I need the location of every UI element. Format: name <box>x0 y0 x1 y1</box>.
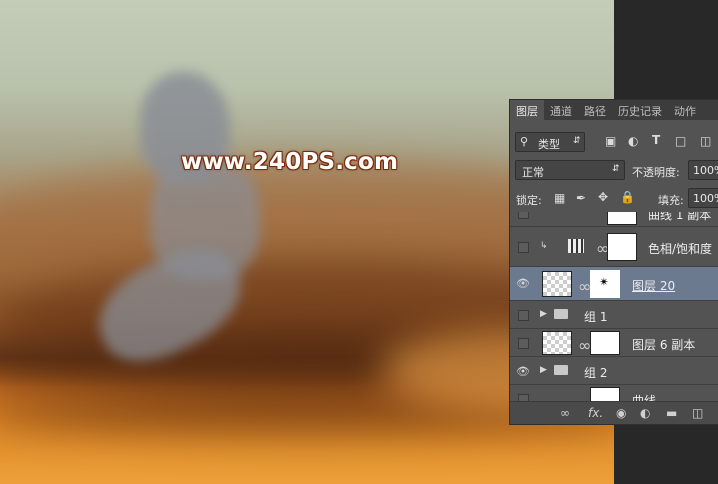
lock-transparency-icon[interactable]: ▦ <box>554 191 565 205</box>
tab-history[interactable]: 历史记录 <box>612 100 668 120</box>
blend-row: 正常 ⇵ 不透明度: 100% <box>510 160 718 182</box>
filter-type-select[interactable]: ⚲ 类型 ⇵ <box>515 132 585 152</box>
panel-tabs: 图层 通道 路径 历史记录 动作 <box>510 100 718 120</box>
opacity-label: 不透明度: <box>632 166 680 179</box>
layer-row-selected[interactable]: 👁 ∞ ✴ 图层 20 <box>510 266 718 300</box>
layer-row[interactable]: 曲线 1 副本 <box>510 212 718 226</box>
layer-mask-thumbnail[interactable] <box>607 233 637 261</box>
chevron-down-icon: ⇵ <box>612 164 620 174</box>
blend-mode-select[interactable]: 正常 ⇵ <box>515 160 625 180</box>
layer-row[interactable]: ∞ 图层 6 副本 <box>510 328 718 356</box>
visibility-toggle[interactable] <box>518 242 529 253</box>
lock-position-icon[interactable]: ✥ <box>598 190 608 204</box>
layer-name[interactable]: 图层 6 副本 <box>632 336 695 353</box>
link-icon[interactable]: ∞ <box>560 406 570 420</box>
layer-row[interactable]: 曲线 <box>510 384 718 402</box>
workspace-background <box>614 0 718 100</box>
expand-arrow-icon[interactable]: ▶ <box>540 309 547 319</box>
tab-paths[interactable]: 路径 <box>578 100 612 120</box>
visibility-toggle[interactable] <box>518 310 529 321</box>
expand-arrow-icon[interactable]: ▶ <box>540 365 547 375</box>
layer-name[interactable]: 图层 20 <box>632 277 675 294</box>
lock-pixels-icon[interactable]: ✒ <box>576 191 586 205</box>
folder-icon <box>554 365 568 375</box>
visibility-toggle[interactable] <box>518 212 529 219</box>
layer-name[interactable]: 曲线 1 副本 <box>648 212 711 223</box>
visibility-toggle[interactable] <box>518 338 529 349</box>
fx-icon[interactable]: fx. <box>588 406 603 420</box>
clip-arrow-icon: ↳ <box>540 241 548 251</box>
adjustment-icon[interactable]: ◐ <box>640 406 650 420</box>
eye-icon[interactable]: 👁 <box>516 365 530 378</box>
fill-input[interactable]: 100% <box>688 188 718 208</box>
layer-thumbnail[interactable] <box>542 271 572 297</box>
eye-icon[interactable]: 👁 <box>516 277 530 290</box>
layer-thumbnail[interactable] <box>542 331 572 355</box>
folder-icon[interactable]: ▬ <box>666 406 677 420</box>
adjustment-layer-icon <box>568 239 584 253</box>
text-filter-icon[interactable]: T <box>652 133 660 147</box>
fill-label: 填充: <box>658 194 684 207</box>
workspace-background-lower <box>614 424 718 484</box>
chevron-down-icon: ⇵ <box>573 136 581 146</box>
layers-panel: 图层 通道 路径 历史记录 动作 ⚲ 类型 ⇵ ▣ ◐ T □ ◫ 正常 ⇵ 不… <box>509 99 718 425</box>
layer-name[interactable]: 色相/饱和度 <box>648 240 712 257</box>
lock-label: 锁定: <box>516 194 542 207</box>
mask-icon[interactable]: ◉ <box>616 406 626 420</box>
layer-group-row[interactable]: 👁 ▶ 组 2 <box>510 356 718 384</box>
panel-bottom-bar: ∞ fx. ◉ ◐ ▬ ◫ <box>510 401 718 424</box>
folder-icon <box>554 309 568 319</box>
opacity-value: 100% <box>693 164 718 177</box>
filter-type-label: 类型 <box>538 138 560 151</box>
shape-filter-icon[interactable]: □ <box>675 134 686 148</box>
layer-mask-thumbnail[interactable] <box>590 387 620 402</box>
tab-actions[interactable]: 动作 <box>668 100 702 120</box>
new-layer-icon[interactable]: ◫ <box>692 406 703 420</box>
layer-group-row[interactable]: ▶ 组 1 <box>510 300 718 328</box>
search-icon: ⚲ <box>520 135 529 148</box>
layer-name[interactable]: 组 2 <box>584 364 607 381</box>
adjustment-filter-icon[interactable]: ◐ <box>628 134 638 148</box>
layers-list[interactable]: 曲线 1 副本 ↳ ∞ 色相/饱和度 👁 ∞ ✴ 图层 20 ▶ 组 1 ∞ 图… <box>510 212 718 402</box>
watermark-text: www.240PS.com <box>181 149 399 175</box>
layer-name[interactable]: 组 1 <box>584 308 607 325</box>
layer-mask-thumbnail[interactable] <box>607 212 637 225</box>
blend-mode-value: 正常 <box>522 166 544 179</box>
tab-layers[interactable]: 图层 <box>510 100 544 120</box>
layer-mask-thumbnail[interactable] <box>590 331 620 355</box>
opacity-input[interactable]: 100% <box>688 160 718 180</box>
mask-shape-icon: ✴ <box>599 275 610 289</box>
fill-value: 100% <box>693 192 718 205</box>
image-filter-icon[interactable]: ▣ <box>605 134 616 148</box>
tab-channels[interactable]: 通道 <box>544 100 578 120</box>
lock-all-icon[interactable]: 🔒 <box>620 190 635 204</box>
smart-object-filter-icon[interactable]: ◫ <box>700 134 711 148</box>
layer-row[interactable]: ↳ ∞ 色相/饱和度 <box>510 226 718 266</box>
layer-mask-thumbnail[interactable]: ✴ <box>590 270 620 298</box>
lock-row: 锁定: ▦ ✒ ✥ 🔒 填充: 100% <box>510 188 718 210</box>
filter-row: ⚲ 类型 ⇵ ▣ ◐ T □ ◫ <box>510 132 718 154</box>
